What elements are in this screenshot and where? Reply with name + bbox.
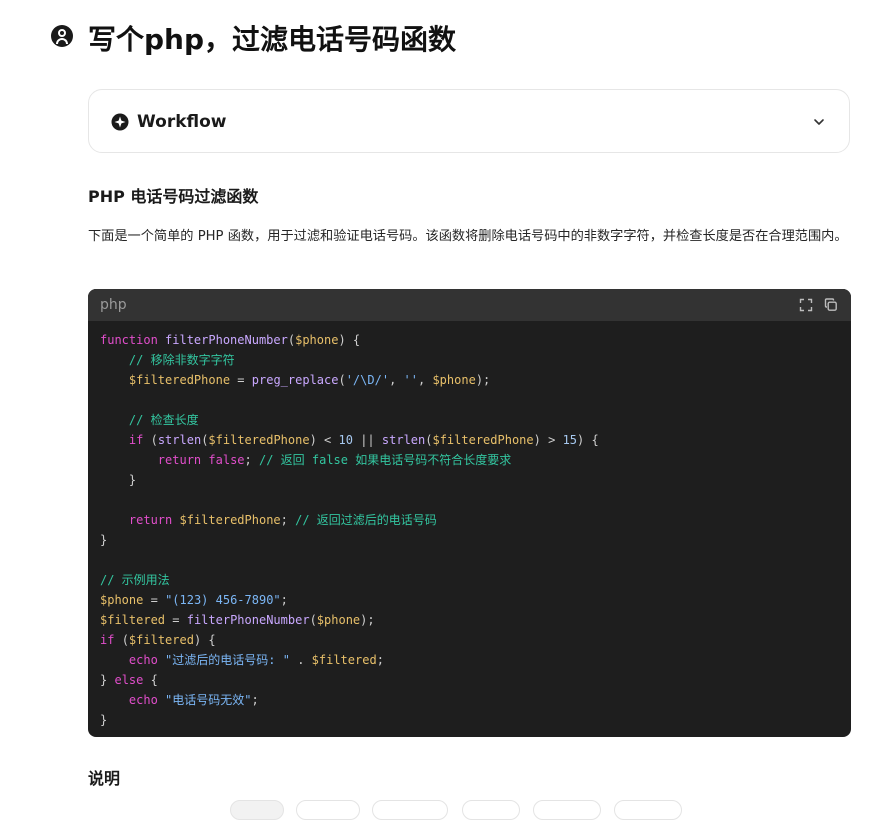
- code-line: // 移除非数字字符: [128, 353, 235, 367]
- suggestion-chip[interactable]: [230, 800, 284, 820]
- code-line: return $filteredPhone; // 返回过滤后的电话号码: [128, 513, 437, 527]
- suggestion-chip[interactable]: [614, 800, 682, 820]
- code-line: echo "过滤后的电话号码: " . $filtered;: [128, 653, 384, 667]
- code-language-label: php: [100, 297, 127, 313]
- page-title: 写个php，过滤电话号码函数: [88, 23, 457, 56]
- code-line: if (strlen($filteredPhone) < 10 || strle…: [128, 433, 599, 447]
- code-header: php: [88, 289, 851, 321]
- workflow-icon: [111, 113, 129, 131]
- code-line: // 检查长度: [128, 413, 199, 427]
- explanation-heading: 说明: [88, 769, 121, 788]
- code-line: }: [100, 533, 108, 547]
- code-line: return false; // 返回 false 如果电话号码不符合长度要求: [157, 453, 512, 467]
- suggestion-chip[interactable]: [372, 800, 448, 820]
- intro-paragraph: 下面是一个简单的 PHP 函数，用于过滤和验证电话号码。该函数将删除电话号码中的…: [88, 229, 848, 244]
- code-line: function filterPhoneNumber($phone) {: [100, 333, 361, 347]
- code-line: echo "电话号码无效";: [128, 693, 259, 707]
- user-avatar-icon: [51, 25, 73, 47]
- code-line: // 示例用法: [100, 573, 170, 587]
- code-line: }: [128, 473, 137, 487]
- chevron-down-icon[interactable]: [811, 114, 827, 130]
- code-block: php function filterPhoneNumber($phone) {…: [88, 289, 851, 737]
- code-line: $filtered = filterPhoneNumber($phone);: [100, 613, 375, 627]
- code-line: if ($filtered) {: [100, 633, 216, 647]
- suggestion-chip[interactable]: [533, 800, 601, 820]
- code-content: function filterPhoneNumber($phone) { // …: [88, 321, 851, 730]
- code-line: } else {: [100, 673, 158, 687]
- fullscreen-icon[interactable]: [799, 298, 813, 312]
- suggestion-chip[interactable]: [462, 800, 520, 820]
- code-line: }: [100, 713, 108, 727]
- section-heading: PHP 电话号码过滤函数: [88, 187, 259, 206]
- suggestion-chip[interactable]: [296, 800, 360, 820]
- workflow-label: Workflow: [137, 112, 227, 132]
- code-line: $phone = "(123) 456-7890";: [100, 593, 288, 607]
- code-line: $filteredPhone = preg_replace('/\D/', ''…: [128, 373, 491, 387]
- copy-icon[interactable]: [824, 298, 838, 312]
- workflow-panel[interactable]: Workflow: [88, 89, 850, 153]
